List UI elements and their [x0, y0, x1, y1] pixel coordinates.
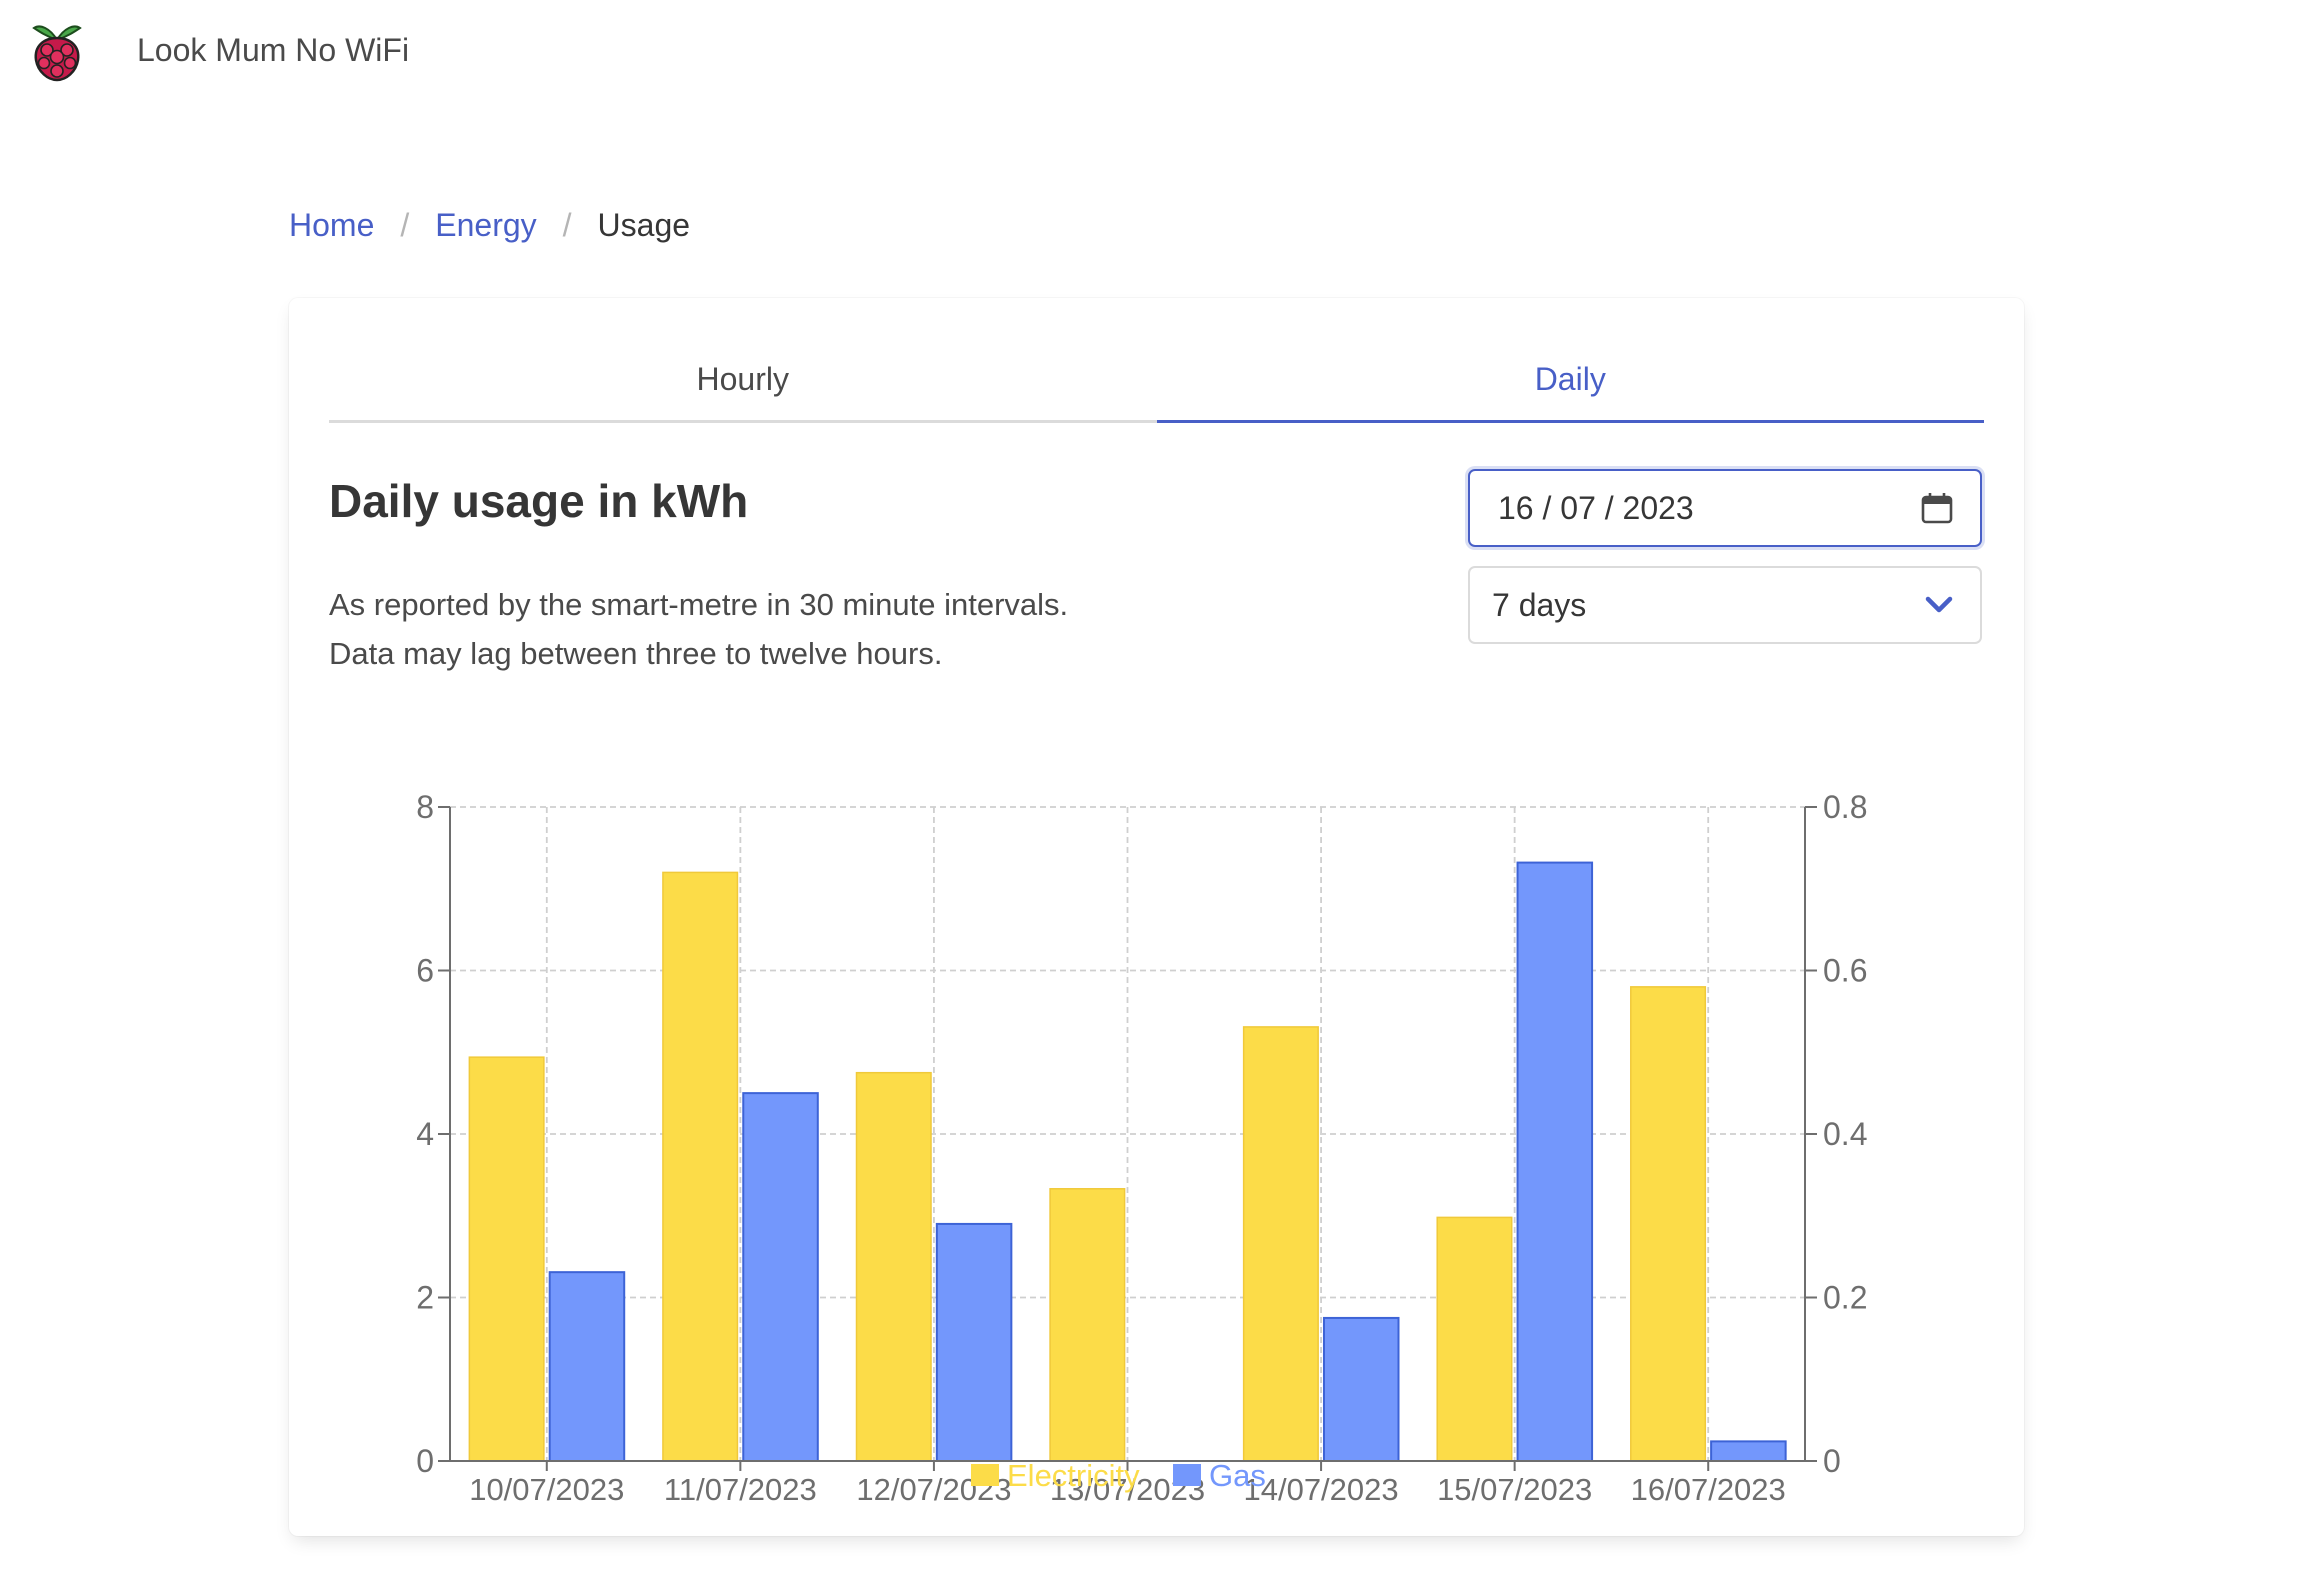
tabs: Hourly Daily: [329, 338, 1984, 423]
x-tick-label: 10/07/2023: [469, 1472, 624, 1507]
y-right-tick-label: 0: [1823, 1443, 1841, 1479]
legend-label-electricity[interactable]: Electricity: [1007, 1458, 1140, 1493]
description-line: As reported by the smart-metre in 30 min…: [329, 587, 1069, 622]
bar-gas[interactable]: [548, 1271, 626, 1462]
range-select[interactable]: 7 days: [1468, 566, 1982, 644]
y-right-tick-label: 0.6: [1823, 953, 1867, 989]
bar-gas[interactable]: [935, 1222, 1013, 1462]
y-left-tick-label: 0: [416, 1443, 434, 1479]
breadcrumb-home[interactable]: Home: [289, 207, 374, 244]
x-tick-label: 14/07/2023: [1243, 1472, 1398, 1507]
description-line: Data may lag between three to twelve hou…: [329, 636, 943, 671]
usage-chart: 0 02 0.24 0.46 0.68 0.810/07/2023 11/07/2023 12…: [416, 789, 1867, 1507]
usage-card: Hourly Daily Daily usage in kWh As repor…: [289, 298, 2024, 1536]
breadcrumb: Home / Energy / Usage: [289, 207, 690, 244]
tab-daily[interactable]: Daily: [1156, 338, 1985, 423]
breadcrumb-separator: /: [562, 207, 572, 243]
legend-swatch-gas[interactable]: [1173, 1464, 1201, 1486]
description: As reported by the smart-metre in 30 min…: [329, 580, 1068, 678]
legend-label-gas[interactable]: Gas: [1209, 1458, 1266, 1493]
breadcrumb-usage: Usage: [597, 207, 691, 243]
bar-electricity[interactable]: [1049, 1188, 1126, 1462]
y-left-tick-label: 2: [416, 1280, 434, 1316]
bar-electricity[interactable]: [855, 1071, 932, 1462]
bar-electricity[interactable]: [662, 871, 739, 1462]
breadcrumb-energy[interactable]: Energy: [435, 207, 536, 244]
bar-gas[interactable]: [1516, 861, 1594, 1462]
breadcrumb-separator: /: [400, 207, 410, 243]
bar-electricity[interactable]: [1436, 1216, 1513, 1462]
x-tick-label: 15/07/2023: [1437, 1472, 1592, 1507]
range-value: 7 days: [1492, 586, 1587, 623]
date-value: 16 / 07 / 2023: [1498, 489, 1694, 526]
page-title: Daily usage in kWh: [329, 475, 749, 527]
chevron-down-icon: [1925, 596, 1953, 613]
y-right-tick-label: 0.8: [1823, 789, 1867, 825]
legend-swatch-electricity[interactable]: [971, 1464, 999, 1486]
bar-electricity[interactable]: [1242, 1026, 1319, 1462]
bar-electricity[interactable]: [468, 1056, 545, 1462]
y-left-tick-label: 8: [416, 789, 434, 825]
date-input[interactable]: 16 / 07 / 2023: [1468, 469, 1982, 547]
raspberry-pi-icon: [32, 25, 82, 82]
x-tick-label: 11/07/2023: [664, 1472, 817, 1507]
bar-gas[interactable]: [742, 1092, 819, 1462]
y-left-tick-label: 6: [416, 953, 434, 989]
app-title: Look Mum No WiFi: [137, 32, 410, 68]
calendar-icon[interactable]: [1920, 491, 1954, 525]
tab-hourly[interactable]: Hourly: [329, 338, 1157, 420]
x-tick-label: 16/07/2023: [1631, 1472, 1786, 1507]
y-left-tick-label: 4: [416, 1116, 434, 1152]
y-right-tick-label: 0.4: [1823, 1116, 1867, 1152]
bar-gas[interactable]: [1322, 1316, 1400, 1462]
bar-electricity[interactable]: [1630, 986, 1707, 1462]
y-right-tick-label: 0.2: [1823, 1280, 1867, 1316]
bar-gas[interactable]: [1710, 1440, 1787, 1463]
